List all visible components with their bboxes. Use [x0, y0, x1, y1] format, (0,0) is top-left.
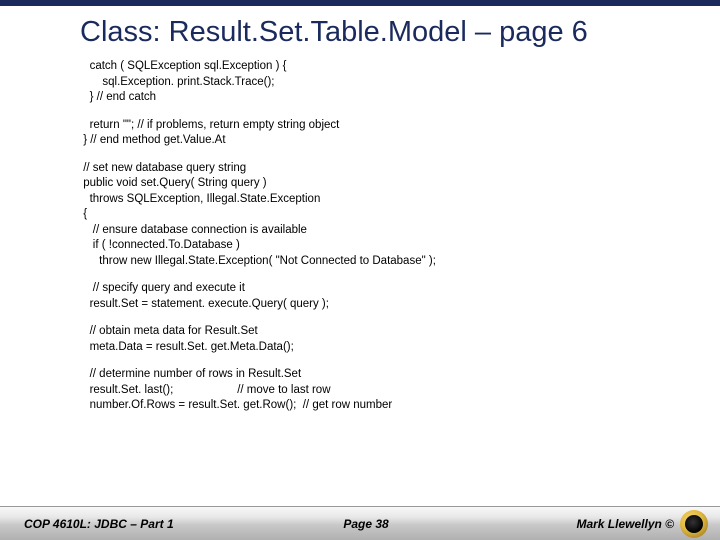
slide-title: Class: Result.Set.Table.Model – page 6	[80, 16, 660, 49]
code-block-4: // specify query and execute it result.S…	[80, 281, 680, 312]
code-block-5: // obtain meta data for Result.Set meta.…	[80, 324, 680, 355]
code-block-6: // determine number of rows in Result.Se…	[80, 367, 680, 414]
slide-footer: COP 4610L: JDBC – Part 1 Page 38 Mark Ll…	[0, 506, 720, 540]
footer-course: COP 4610L: JDBC – Part 1	[24, 517, 252, 531]
code-block-3: // set new database query string public …	[80, 161, 680, 270]
code-block-1: catch ( SQLException sql.Exception ) { s…	[80, 59, 680, 106]
footer-page: Page 38	[252, 517, 480, 531]
code-block-2: return ""; // if problems, return empty …	[80, 118, 680, 149]
slide: Class: Result.Set.Table.Model – page 6 c…	[0, 0, 720, 540]
code-content: catch ( SQLException sql.Exception ) { s…	[80, 59, 680, 414]
footer-author: Mark Llewellyn ©	[576, 517, 674, 531]
ucf-logo-icon	[680, 510, 708, 538]
footer-author-wrap: Mark Llewellyn ©	[480, 510, 708, 538]
